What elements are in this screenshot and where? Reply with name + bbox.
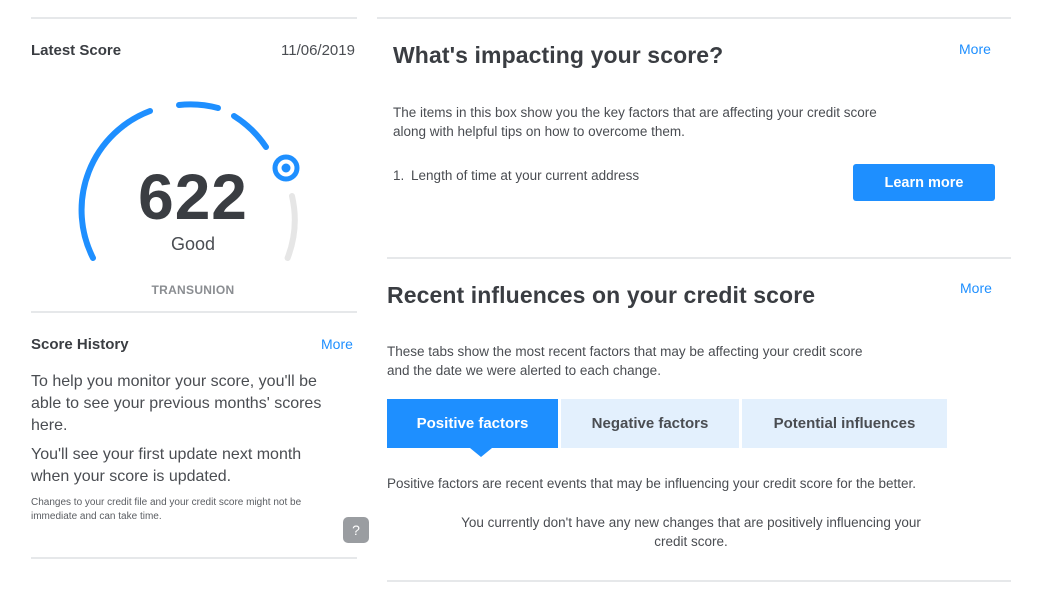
tab-negative-factors[interactable]: Negative factors — [561, 399, 739, 448]
influences-description: These tabs show the most recent factors … — [387, 344, 863, 378]
score-history-footnote: Changes to your credit file and your cre… — [31, 497, 302, 522]
latest-score-date: 11/06/2019 — [281, 42, 355, 59]
tab-description: Positive factors are recent events that … — [387, 476, 917, 491]
active-tab-caret — [470, 448, 492, 457]
score-history-title: Score History — [31, 336, 129, 353]
score-history-para-2: You'll see your first update next month … — [31, 446, 302, 485]
influences-title: Recent influences on your credit score — [387, 282, 816, 308]
impacting-item-number: 1. — [393, 168, 405, 183]
gauge-dash-2 — [231, 113, 269, 150]
divider-bottom-right — [387, 580, 1011, 582]
score-rating: Good — [170, 234, 216, 254]
tab-positive-factors[interactable]: Positive factors — [387, 399, 558, 448]
impacting-description: The items in this box show you the key f… — [393, 105, 877, 139]
tab-potential-influences[interactable]: Potential influences — [742, 399, 947, 448]
influences-more-link[interactable]: More — [960, 280, 992, 296]
divider-bottom-left — [31, 557, 357, 559]
score-value: 622 — [138, 161, 248, 233]
impacting-more-link[interactable]: More — [959, 41, 991, 57]
divider-top-right — [377, 17, 1011, 19]
score-bureau: TRANSUNION — [151, 283, 235, 297]
impacting-item-text: Length of time at your current address — [411, 168, 640, 183]
empty-state-message: You currently don't have any new changes… — [461, 515, 921, 549]
learn-more-button[interactable]: Learn more — [853, 164, 995, 201]
latest-score-title: Latest Score — [31, 42, 122, 59]
score-history-para-1: To help you monitor your score, you'll b… — [31, 373, 322, 434]
gauge-marker-dot — [281, 163, 291, 173]
help-button[interactable]: ? — [343, 517, 369, 543]
gauge-track — [284, 193, 298, 261]
impacting-title: What's impacting your score? — [393, 42, 724, 68]
impacting-item: 1. Length of time at your current addres… — [393, 166, 639, 185]
divider-top-left — [31, 17, 357, 19]
divider-score-history — [31, 311, 357, 313]
score-history-more-link[interactable]: More — [321, 336, 353, 352]
divider-influences — [387, 257, 1011, 259]
gauge-dash-1 — [176, 101, 221, 111]
